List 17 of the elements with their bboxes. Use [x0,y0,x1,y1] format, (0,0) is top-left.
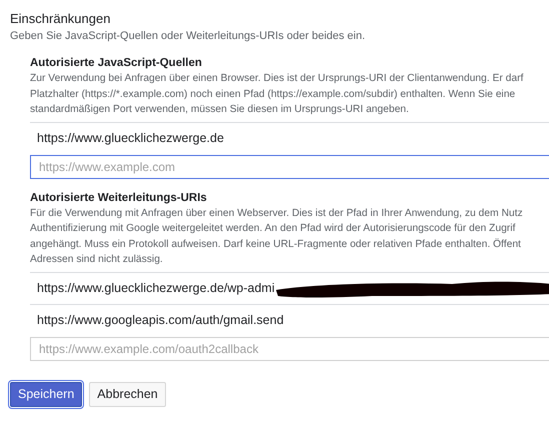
subsection-heading: Autorisierte Weiterleitungs-URIs [30,190,207,206]
uri-text: https://www.gluecklichezwerge.de/wp-admi [37,280,275,297]
subsection-heading: Autorisierte JavaScript-Quellen [30,56,202,71]
section-title: Einschränkungen [10,10,110,28]
description-text: standardmäßigen Port verwenden, müssen Sie diesen im Ursprungs-URI angeben. [30,103,409,117]
description-text: Für die Verwendung mit Anfragen über einen Webserver. Dies ist der Pfad in Ihrer Anwendung, zu dem Nutz [30,206,523,220]
section-subtitle: Geben Sie JavaScript-Quellen oder Weiterleitungs-URIs oder beides ein. [10,29,366,44]
uri-input-field[interactable]: https://www.example.com [30,154,549,178]
description-text: Zur Verwendung bei Anfragen über einen Browser. Dies ist der Ursprungs-URI der Clientanwendung. Er darf [30,72,524,86]
description-text: Platzhalter (https://*.example.com) noch einen Pfad (https://example.com/subdir) enthalten. Wenn Sie eine [30,88,516,102]
description-text: Adressen sind nicht zulässig. [30,253,163,267]
description-text: Authentifizierung mit Google weitergeleitet werden. An den Pfad wird der Autorisierungscode für den Zugrif [30,222,516,236]
cancel-button[interactable]: Abbrechen [89,382,166,406]
description-text: angehängt. Muss ein Protokoll aufweisen. Darf keine URL-Fragmente oder relativen Pfade enthalten. Öffent [30,237,521,252]
uri-text: https://www.gluecklichezwerge.de [37,130,224,148]
uri-text: https://www.googleapis.com/auth/gmail.send [37,312,284,330]
save-button[interactable]: Speichern [10,382,82,406]
